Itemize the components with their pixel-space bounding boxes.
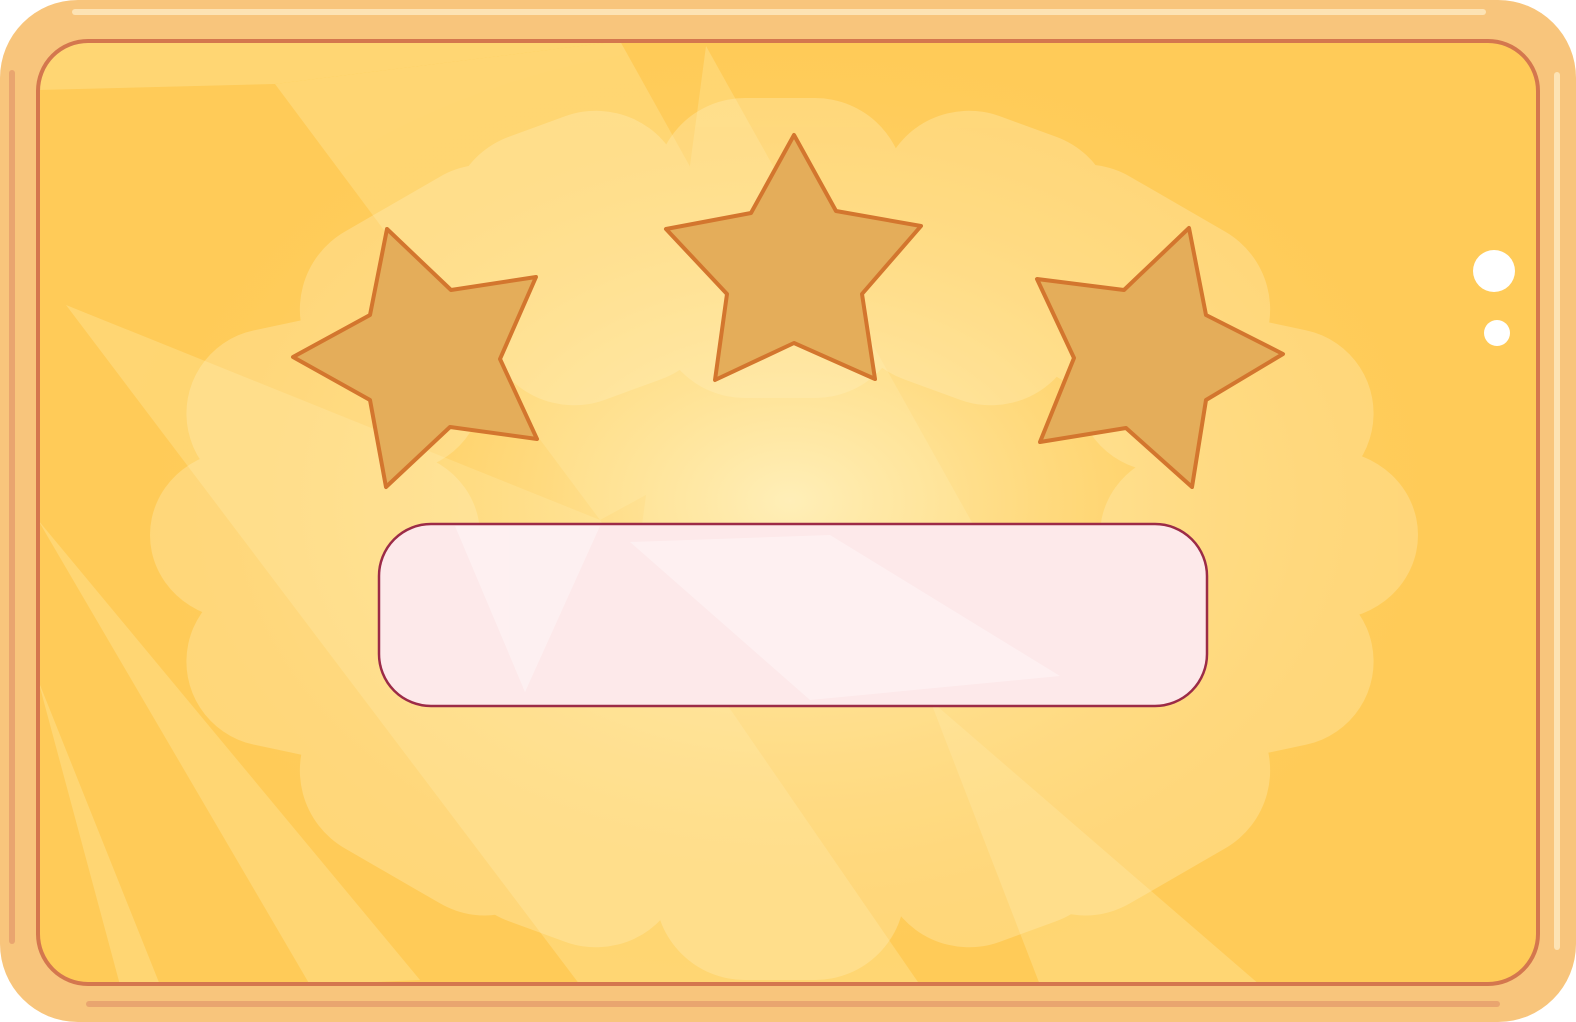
sparkle-small [1484,320,1510,346]
result-box [377,522,1209,708]
sparkle-large [1473,250,1515,292]
level-complete-panel [0,0,1576,1022]
